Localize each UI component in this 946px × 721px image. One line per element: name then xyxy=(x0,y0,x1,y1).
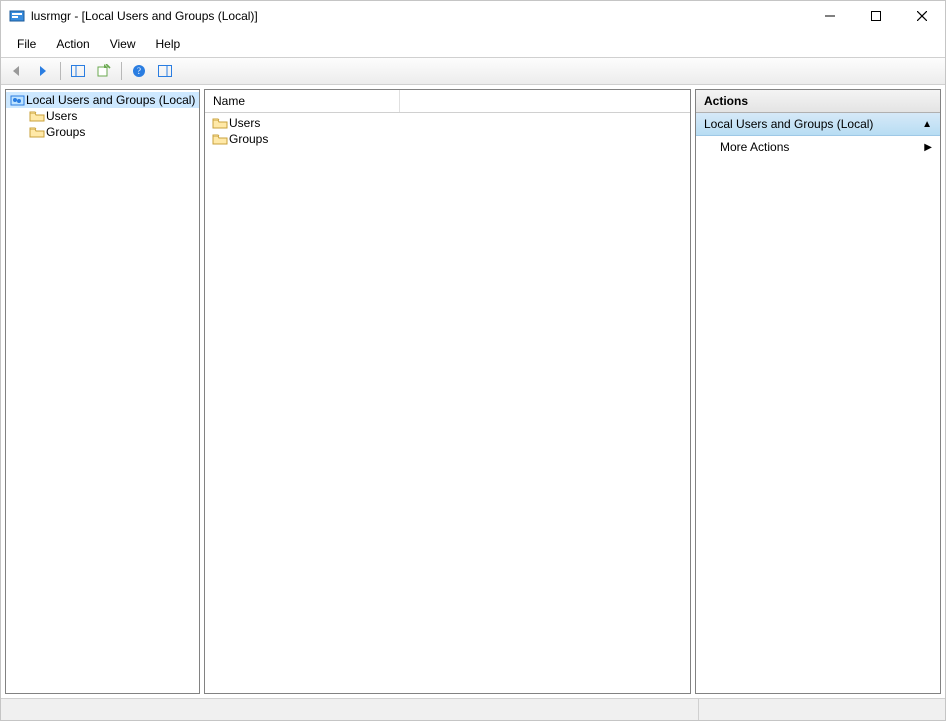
svg-text:?: ? xyxy=(137,66,141,76)
show-hide-actions-button[interactable] xyxy=(153,60,177,82)
tree-item-label: Groups xyxy=(46,125,85,139)
more-actions-item[interactable]: More Actions ▶ xyxy=(696,136,940,158)
maximize-button[interactable] xyxy=(853,1,899,31)
folder-icon xyxy=(28,109,46,123)
status-segment xyxy=(1,699,699,720)
actions-group-title: Local Users and Groups (Local) xyxy=(704,117,873,131)
actions-header: Actions xyxy=(696,90,940,113)
tree-item-label: Users xyxy=(46,109,77,123)
help-button[interactable]: ? xyxy=(127,60,151,82)
app-icon xyxy=(9,8,25,24)
folder-icon xyxy=(211,116,229,130)
column-header-blank[interactable] xyxy=(400,90,690,112)
export-list-button[interactable] xyxy=(92,60,116,82)
list-body: Users Groups xyxy=(205,113,690,149)
back-button[interactable] xyxy=(5,60,29,82)
list-item-label: Groups xyxy=(229,132,268,146)
console-root-icon xyxy=(10,93,26,107)
list-item-label: Users xyxy=(229,116,260,130)
toolbar-separator xyxy=(60,62,61,80)
status-segment xyxy=(699,699,945,720)
menu-view[interactable]: View xyxy=(100,33,146,55)
collapse-arrow-icon: ▲ xyxy=(922,119,932,130)
tree: Local Users and Groups (Local) Users Gro… xyxy=(6,90,199,142)
actions-group-header[interactable]: Local Users and Groups (Local) ▲ xyxy=(696,113,940,136)
tree-item-users[interactable]: Users xyxy=(6,108,199,124)
tree-root-label: Local Users and Groups (Local) xyxy=(26,93,195,107)
menubar: File Action View Help xyxy=(1,31,945,57)
list-panel: Name Users Groups xyxy=(204,89,691,694)
menu-file[interactable]: File xyxy=(7,33,46,55)
toolbar-separator xyxy=(121,62,122,80)
list-item-users[interactable]: Users xyxy=(205,115,690,131)
folder-icon xyxy=(28,125,46,139)
toolbar: ? xyxy=(1,57,945,85)
menu-action[interactable]: Action xyxy=(46,33,99,55)
forward-button[interactable] xyxy=(31,60,55,82)
list-item-groups[interactable]: Groups xyxy=(205,131,690,147)
minimize-button[interactable] xyxy=(807,1,853,31)
tree-root-node[interactable]: Local Users and Groups (Local) xyxy=(6,92,199,108)
window-title: lusrmgr - [Local Users and Groups (Local… xyxy=(31,9,807,23)
window-controls xyxy=(807,1,945,31)
titlebar: lusrmgr - [Local Users and Groups (Local… xyxy=(1,1,945,31)
tree-panel: Local Users and Groups (Local) Users Gro… xyxy=(5,89,200,694)
content-area: Local Users and Groups (Local) Users Gro… xyxy=(1,85,945,698)
tree-item-groups[interactable]: Groups xyxy=(6,124,199,140)
menu-help[interactable]: Help xyxy=(146,33,191,55)
show-hide-tree-button[interactable] xyxy=(66,60,90,82)
more-actions-label: More Actions xyxy=(720,140,789,154)
submenu-arrow-icon: ▶ xyxy=(924,142,932,153)
statusbar xyxy=(1,698,945,720)
folder-icon xyxy=(211,132,229,146)
list-header: Name xyxy=(205,90,690,113)
column-header-name[interactable]: Name xyxy=(205,90,400,112)
actions-panel: Actions Local Users and Groups (Local) ▲… xyxy=(695,89,941,694)
close-button[interactable] xyxy=(899,1,945,31)
